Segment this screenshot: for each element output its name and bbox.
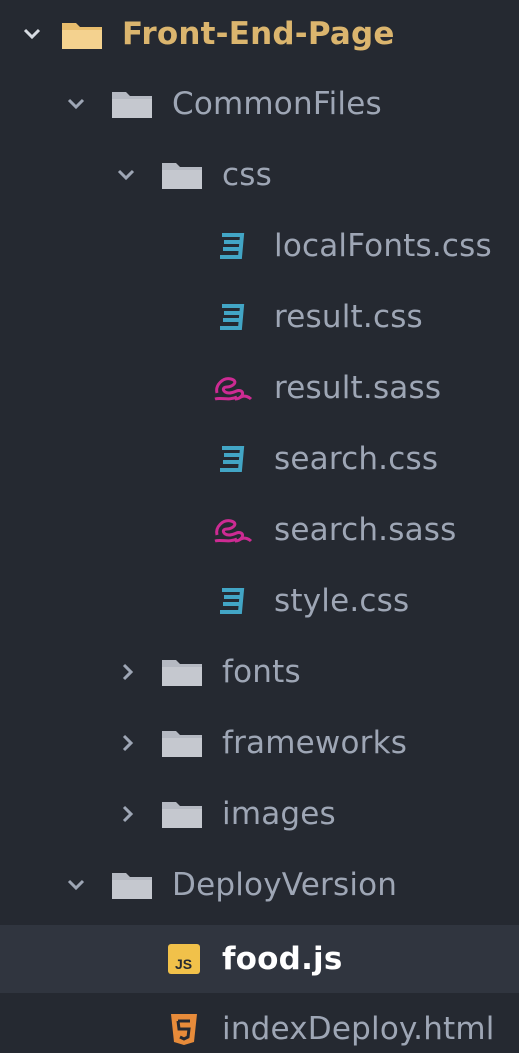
folder-icon [160, 796, 204, 832]
tree-item-frameworks[interactable]: frameworks [0, 709, 519, 777]
sass-file-icon [210, 512, 254, 548]
tree-item-label: result.sass [274, 370, 442, 406]
tree-item-file[interactable]: localFonts.css [0, 212, 519, 280]
chevron-down-icon[interactable] [22, 24, 42, 44]
tree-item-file[interactable]: indexDeploy.html [0, 995, 519, 1053]
tree-item-label: search.css [274, 441, 439, 477]
tree-item-label: food.js [222, 941, 343, 977]
svg-text:JS: JS [175, 956, 192, 972]
tree-item-label: fonts [222, 654, 301, 690]
folder-icon [160, 157, 204, 193]
tree-item-fonts[interactable]: fonts [0, 638, 519, 706]
tree-item-deployversion[interactable]: DeployVersion [0, 851, 519, 919]
tree-item-label: css [222, 157, 272, 193]
tree-item-label: frameworks [222, 725, 408, 761]
tree-item-file[interactable]: search.sass [0, 496, 519, 564]
chevron-right-icon[interactable] [118, 733, 138, 753]
chevron-right-icon[interactable] [118, 662, 138, 682]
folder-open-icon [60, 16, 104, 52]
tree-item-label: result.css [274, 299, 423, 335]
folder-icon [160, 654, 204, 690]
tree-item-label: search.sass [274, 512, 457, 548]
html-file-icon [162, 1011, 206, 1047]
tree-item-label: DeployVersion [172, 867, 398, 903]
folder-icon [110, 867, 154, 903]
tree-item-label: CommonFiles [172, 86, 382, 122]
tree-item-commonfiles[interactable]: CommonFiles [0, 70, 519, 138]
tree-item-file[interactable]: result.sass [0, 354, 519, 422]
chevron-down-icon[interactable] [66, 875, 86, 895]
css-file-icon [210, 299, 254, 335]
tree-item-css[interactable]: css [0, 141, 519, 209]
folder-icon [160, 725, 204, 761]
chevron-down-icon[interactable] [116, 165, 136, 185]
tree-item-file[interactable]: result.css [0, 283, 519, 351]
sass-file-icon [210, 370, 254, 406]
tree-item-file[interactable]: search.css [0, 425, 519, 493]
tree-item-label: indexDeploy.html [222, 1011, 495, 1047]
file-explorer-tree: Front-End-Page CommonFiles css localFont… [0, 0, 519, 1053]
css-file-icon [210, 583, 254, 619]
folder-icon [110, 86, 154, 122]
tree-item-front-end-page[interactable]: Front-End-Page [0, 0, 519, 68]
chevron-right-icon[interactable] [118, 804, 138, 824]
tree-item-file[interactable]: style.css [0, 567, 519, 635]
tree-item-file-selected[interactable]: JS food.js [0, 925, 519, 993]
css-file-icon [210, 228, 254, 264]
tree-item-label: Front-End-Page [122, 16, 395, 52]
css-file-icon [210, 441, 254, 477]
chevron-down-icon[interactable] [66, 94, 86, 114]
tree-item-label: localFonts.css [274, 228, 492, 264]
tree-item-label: images [222, 796, 336, 832]
tree-item-images[interactable]: images [0, 780, 519, 848]
js-file-icon: JS [162, 941, 206, 977]
tree-item-label: style.css [274, 583, 410, 619]
